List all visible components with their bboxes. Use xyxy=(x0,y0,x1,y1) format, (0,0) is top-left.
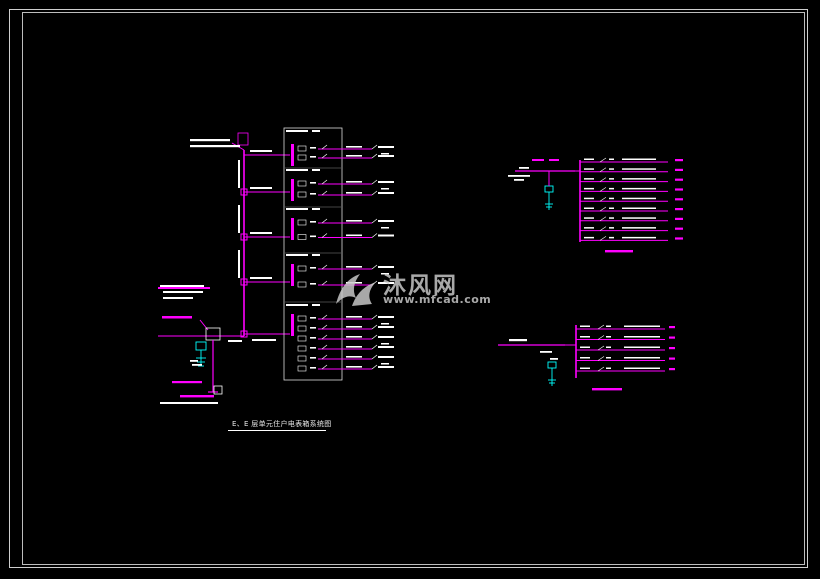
meter-circuit-group xyxy=(291,144,394,166)
meter-circuit-group xyxy=(291,218,394,240)
drawing-title: E、E 层单元住户电表箱系统图 xyxy=(232,420,332,428)
outgoing-circuit xyxy=(580,157,683,163)
outgoing-circuit xyxy=(580,167,683,173)
outgoing-circuit xyxy=(580,236,683,241)
drawing-canvas: 沐风网 www.mfcad.com E、E 层单元住户电表箱系统图 xyxy=(0,0,820,579)
outgoing-circuit xyxy=(580,226,683,232)
outgoing-circuit xyxy=(576,366,675,372)
outgoing-circuit xyxy=(580,216,683,222)
watermark-logo xyxy=(336,274,376,306)
outgoing-circuit xyxy=(576,345,675,351)
meter-circuit-group xyxy=(291,314,394,372)
outgoing-circuit xyxy=(580,187,683,192)
watermark: 沐风网 www.mfcad.com xyxy=(330,266,495,310)
meter-symbol xyxy=(195,341,207,367)
outgoing-circuit xyxy=(576,356,675,361)
distribution-panel-top xyxy=(508,157,683,253)
meter-circuit-group xyxy=(291,179,394,201)
outgoing-circuit xyxy=(580,206,683,212)
distribution-panel-bottom xyxy=(498,324,675,391)
outgoing-circuit xyxy=(580,177,683,183)
title-underline xyxy=(228,430,326,431)
watermark-url: www.mfcad.com xyxy=(383,293,492,306)
outgoing-circuit xyxy=(580,196,683,202)
outgoing-circuit xyxy=(576,335,675,340)
outgoing-circuit xyxy=(576,324,675,330)
